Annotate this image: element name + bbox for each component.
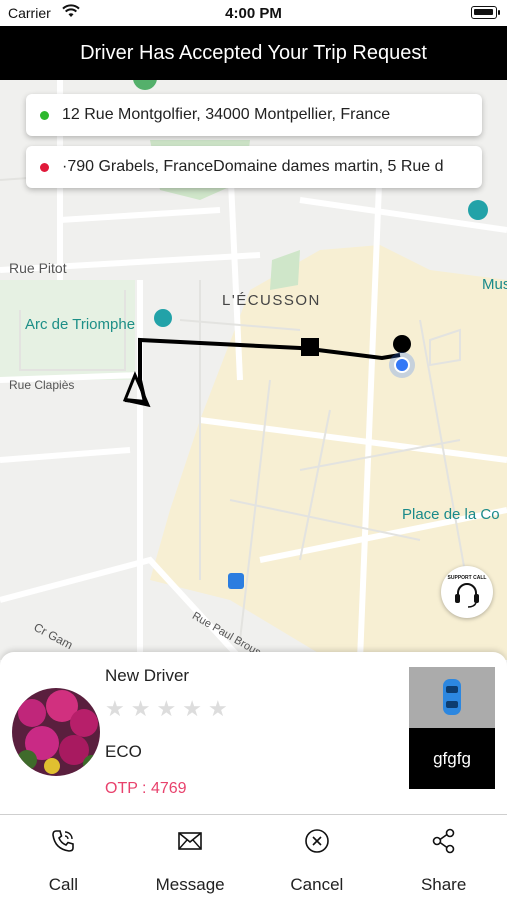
share-icon: [432, 828, 454, 854]
share-button[interactable]: Share: [380, 815, 507, 900]
call-label: Call: [48, 875, 79, 894]
call-button[interactable]: Call: [0, 815, 127, 900]
map-label-arc-de-triomphe[interactable]: Arc de Triomphe: [25, 316, 135, 333]
car-icon: [443, 679, 461, 715]
vehicle-card: gfgfg: [409, 667, 495, 789]
vehicle-image: [409, 667, 495, 728]
driver-name: New Driver: [105, 666, 190, 685]
star-icon: ★: [105, 696, 125, 721]
dropoff-address: ·790 Grabels, FranceDomaine dames martin…: [62, 158, 444, 175]
driver-avatar: [12, 688, 100, 776]
status-bar: Carrier 4:00 PM: [0, 0, 507, 26]
phone-icon: [52, 830, 75, 852]
vehicle-type: ECO: [105, 742, 142, 761]
map-view[interactable]: Rue Pitot Arc de Triomphe L'ÉCUSSON Rue …: [0, 80, 507, 660]
otp-label: OTP : 4769: [105, 780, 187, 797]
map-label-rue-clapies: Rue Clapiès: [9, 378, 75, 392]
map-label-district: L'ÉCUSSON: [222, 292, 321, 309]
map-label-rue-pitot: Rue Pitot: [9, 260, 67, 276]
driver-photo: [12, 688, 100, 776]
star-icon: ★: [182, 696, 202, 721]
star-icon: ★: [156, 696, 177, 721]
message-button[interactable]: Message: [127, 815, 254, 900]
cancel-button[interactable]: Cancel: [254, 815, 381, 900]
dropoff-dot-icon: [40, 162, 49, 172]
support-call-button[interactable]: SUPPORT CALL: [441, 566, 493, 618]
clock: 4:00 PM: [225, 5, 282, 22]
dropoff-address-card[interactable]: ·790 Grabels, FranceDomaine dames martin…: [26, 146, 482, 188]
share-label: Share: [420, 875, 467, 894]
message-label: Message: [155, 875, 225, 894]
star-icon: ★: [130, 696, 151, 721]
pickup-dot-icon: [40, 110, 49, 120]
pickup-address: 12 Rue Montgolfier, 34000 Montpellier, F…: [62, 106, 391, 123]
page-title: Driver Has Accepted Your Trip Request: [0, 26, 507, 80]
headset-icon: [455, 583, 479, 608]
driver-rating: ★ ★ ★ ★ ★: [105, 698, 228, 720]
action-bar: Call Message Cancel Share: [0, 814, 507, 900]
envelope-icon: [178, 832, 202, 850]
cancel-label: Cancel: [290, 875, 344, 894]
vehicle-plate: gfgfg: [409, 728, 495, 789]
cancel-icon: [305, 829, 329, 853]
driver-panel: New Driver ★ ★ ★ ★ ★ ECO OTP : 4769 gfgf…: [0, 652, 507, 814]
map-label-place[interactable]: Place de la Co: [402, 506, 500, 523]
pickup-address-card[interactable]: 12 Rue Montgolfier, 34000 Montpellier, F…: [26, 94, 482, 136]
map-label-musee[interactable]: Mus: [482, 276, 507, 293]
battery-icon: [471, 6, 500, 19]
star-icon: ★: [207, 696, 228, 721]
